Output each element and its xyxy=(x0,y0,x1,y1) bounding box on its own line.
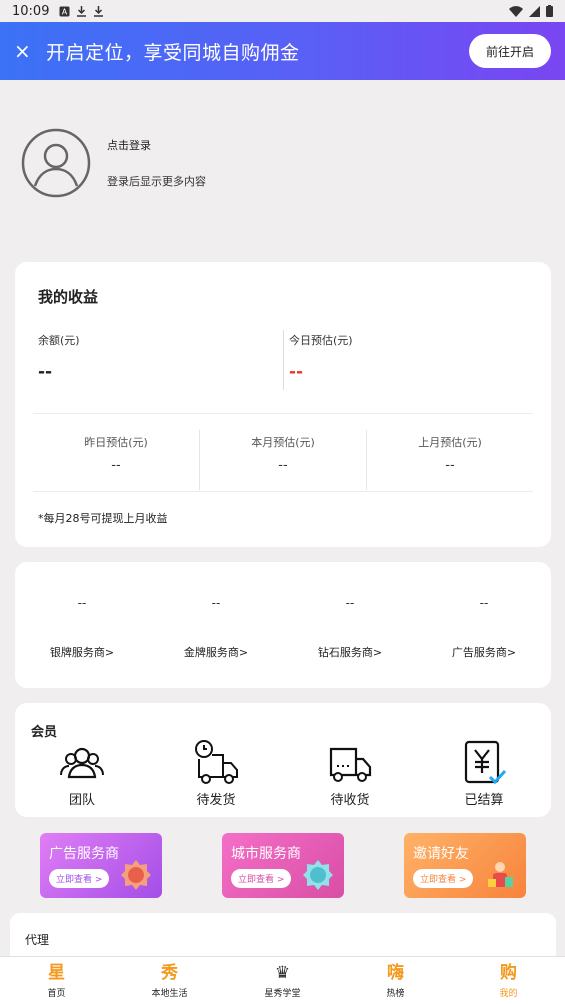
tab-home[interactable]: 星 首页 xyxy=(0,957,113,1004)
this-month-estimate-label: 本月预估(元) xyxy=(251,436,315,449)
earnings-title: 我的收益 xyxy=(38,288,99,306)
member-item-label: 待发货 xyxy=(196,793,236,808)
download-icon-2 xyxy=(94,6,104,17)
tab-academy[interactable]: ♛ 星秀学堂 xyxy=(226,957,339,1004)
view-now-button[interactable]: 立即查看 > xyxy=(413,869,474,888)
member-item-to-ship[interactable]: 待发货 xyxy=(149,739,283,808)
avatar-icon[interactable] xyxy=(21,128,91,198)
view-now-button[interactable]: 立即查看 > xyxy=(49,869,110,888)
tab-label: 首页 xyxy=(47,989,66,999)
last-month-estimate-value: -- xyxy=(445,458,455,473)
member-title: 会员 xyxy=(31,725,58,740)
member-item-to-receive[interactable]: 待收货 xyxy=(283,739,417,808)
signal-icon xyxy=(529,5,540,17)
tab-hot-list[interactable]: 嗨 热榜 xyxy=(339,957,452,1004)
member-item-settled[interactable]: 已结算 xyxy=(417,739,551,808)
this-month-estimate[interactable]: 本月预估(元) -- xyxy=(200,430,367,490)
withdraw-note: *每月28号可提现上月收益 xyxy=(38,512,168,525)
badge-icon xyxy=(121,860,151,890)
hot-list-icon: 嗨 xyxy=(387,963,404,983)
local-life-icon: 秀 xyxy=(161,963,178,983)
login-hint: 登录后显示更多内容 xyxy=(107,175,206,188)
silver-provider-link[interactable]: 银牌服务商> xyxy=(15,644,149,660)
estimate-row: 昨日预估(元) -- 本月预估(元) -- 上月预估(元) -- xyxy=(33,430,533,490)
today-estimate-value: -- xyxy=(289,362,304,382)
divider xyxy=(283,330,284,390)
location-banner: × 开启定位，享受同城自购佣金 前往开启 xyxy=(0,22,565,80)
truck-clock-icon xyxy=(195,740,238,784)
tab-label: 热榜 xyxy=(386,989,405,999)
divider xyxy=(33,491,533,492)
diamond-provider[interactable]: -- 钻石服务商> xyxy=(283,562,417,688)
bottom-tab-bar: 星 首页 秀 本地生活 ♛ 星秀学堂 嗨 热榜 购 我的 xyxy=(0,956,565,1004)
mine-icon: 购 xyxy=(500,963,517,983)
tab-label: 我的 xyxy=(499,989,518,999)
ad-provider-value: -- xyxy=(479,596,489,610)
divider xyxy=(33,413,533,414)
promo-title: 城市服务商 xyxy=(231,846,301,862)
this-month-estimate-value: -- xyxy=(278,458,288,473)
yesterday-estimate[interactable]: 昨日预估(元) -- xyxy=(33,430,200,490)
download-icon xyxy=(77,6,87,17)
diamond-provider-link[interactable]: 钻石服务商> xyxy=(283,644,417,660)
profile-section[interactable]: 点击登录 登录后显示更多内容 xyxy=(21,128,206,198)
promo-title: 邀请好友 xyxy=(413,846,469,862)
balance-label: 余额(元) xyxy=(38,334,80,347)
home-icon: 星 xyxy=(48,963,65,983)
person-gift-icon xyxy=(488,862,513,887)
promo-title: 广告服务商 xyxy=(49,846,119,862)
ad-provider-link[interactable]: 广告服务商> xyxy=(417,644,551,660)
member-item-label: 团队 xyxy=(68,793,95,808)
balance-value: -- xyxy=(38,362,53,382)
last-month-estimate-label: 上月预估(元) xyxy=(418,436,482,449)
tab-local-life[interactable]: 秀 本地生活 xyxy=(113,957,226,1004)
yesterday-estimate-value: -- xyxy=(111,458,121,473)
silver-provider[interactable]: -- 银牌服务商> xyxy=(15,562,149,688)
crown-icon: ♛ xyxy=(274,963,291,983)
gold-provider[interactable]: -- 金牌服务商> xyxy=(149,562,283,688)
invite-friends-promo[interactable]: 邀请好友 立即查看 > xyxy=(404,833,526,898)
svg-text:A: A xyxy=(62,7,68,16)
today-estimate-block[interactable]: 今日预估(元) -- xyxy=(289,332,353,382)
banner-text: 开启定位，享受同城自购佣金 xyxy=(46,41,300,64)
gold-provider-link[interactable]: 金牌服务商> xyxy=(149,644,283,660)
today-estimate-label: 今日预估(元) xyxy=(289,334,353,347)
tab-mine[interactable]: 购 我的 xyxy=(452,957,565,1004)
city-provider-promo[interactable]: 城市服务商 立即查看 > xyxy=(222,833,344,898)
tab-label: 星秀学堂 xyxy=(264,989,301,999)
notification-a-icon: A xyxy=(59,6,70,16)
last-month-estimate[interactable]: 上月预估(元) -- xyxy=(367,430,533,490)
view-now-button[interactable]: 立即查看 > xyxy=(231,869,292,888)
wifi-icon xyxy=(509,5,523,17)
member-item-team[interactable]: 团队 xyxy=(15,739,149,808)
agent-title: 代理 xyxy=(25,933,50,947)
yesterday-estimate-label: 昨日预估(元) xyxy=(84,436,148,449)
battery-icon xyxy=(546,5,553,17)
status-bar: 10:09 A xyxy=(0,0,565,22)
gold-provider-value: -- xyxy=(211,596,221,610)
balance-block[interactable]: 余额(元) -- xyxy=(38,332,80,382)
diamond-provider-value: -- xyxy=(345,596,355,610)
login-link[interactable]: 点击登录 xyxy=(107,137,206,153)
badge-icon xyxy=(303,860,333,890)
member-item-label: 待收货 xyxy=(330,793,370,808)
member-item-label: 已结算 xyxy=(464,793,504,808)
service-provider-card: -- 银牌服务商> -- 金牌服务商> -- 钻石服务商> -- 广告服务商> xyxy=(15,562,551,688)
ad-provider-promo[interactable]: 广告服务商 立即查看 > xyxy=(40,833,162,898)
close-icon[interactable]: × xyxy=(14,39,36,63)
silver-provider-value: -- xyxy=(77,596,87,610)
truck-icon xyxy=(329,747,372,782)
tab-label: 本地生活 xyxy=(151,989,188,999)
enable-location-button[interactable]: 前往开启 xyxy=(469,34,551,68)
earnings-card: 我的收益 余额(元) -- 今日预估(元) -- 昨日预估(元) -- 本月预估… xyxy=(15,262,551,547)
yen-doc-icon xyxy=(464,740,507,785)
team-icon xyxy=(60,747,104,779)
status-time: 10:09 xyxy=(12,3,50,19)
member-card: 会员 团队 待发货 待收货 已结算 xyxy=(15,703,551,817)
ad-provider[interactable]: -- 广告服务商> xyxy=(417,562,551,688)
